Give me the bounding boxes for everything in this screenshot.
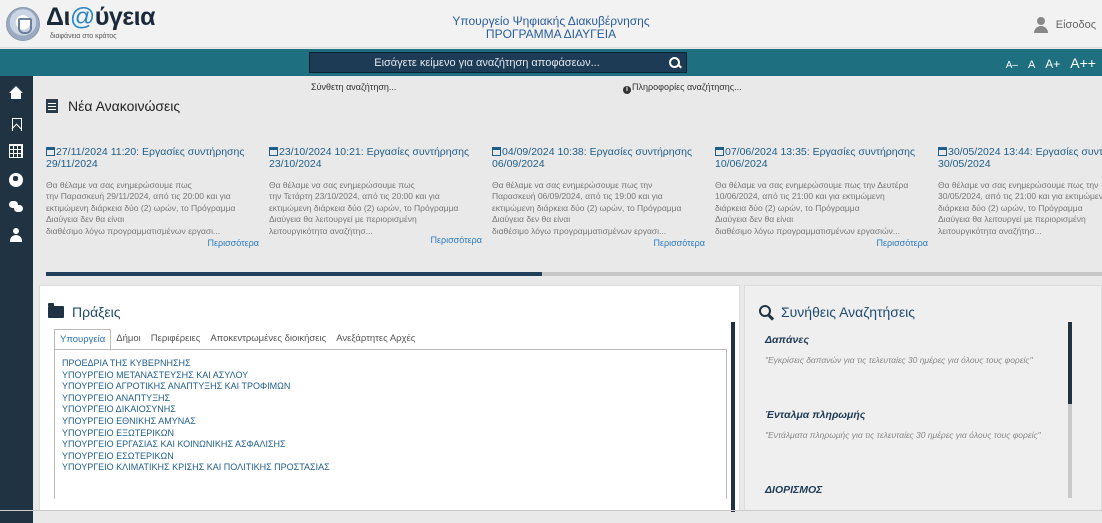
globe-icon[interactable]	[9, 173, 23, 187]
tab-independent-authorities[interactable]: Ανεξάρτητες Αρχές	[331, 329, 420, 351]
login-label: Είσοδος	[1055, 19, 1096, 31]
announcement-title[interactable]: 30/05/2024 13:44: Εργασίες συντήρησης30/…	[938, 146, 1102, 170]
more-link[interactable]: Περισσότερα	[715, 238, 928, 248]
common-search-name: Δαπάνες	[765, 334, 809, 346]
user-icon	[1033, 17, 1048, 33]
announcement-card: 07/06/2024 13:35: Εργασίες συντήρησης 10/…	[715, 146, 928, 248]
list-item[interactable]: ΥΠΟΥΡΓΕΙΟ ΔΙΚΑΙΟΣΥΝΗΣ	[62, 404, 719, 416]
announcement-title[interactable]: 07/06/2024 13:35: Εργασίες συντήρησης 10/…	[715, 146, 928, 170]
scrollbar-thumb[interactable]	[1068, 322, 1072, 404]
advanced-search-link[interactable]: Σύνθετη αναζήτηση...	[311, 82, 396, 92]
acts-tabs: Υπουργεία Δήμοι Περιφέρειες Αποκεντρωμέν…	[54, 329, 420, 351]
common-searches-scrollbar[interactable]	[1068, 322, 1072, 498]
tab-decentralized-administrations[interactable]: Αποκεντρωμένες διοικήσεις	[205, 329, 331, 351]
tab-municipalities[interactable]: Δήμοι	[111, 329, 146, 351]
more-link[interactable]: Περισσότερα	[46, 238, 259, 248]
common-searches-panel: Συνήθεις Αναζητήσεις Δαπάνες "Εγκρίσεις …	[744, 285, 1102, 511]
list-item[interactable]: ΥΠΟΥΡΓΕΙΟ ΕΘΝΙΚΗΣ ΑΜΥΝΑΣ	[62, 416, 719, 428]
list-item[interactable]: ΥΠΟΥΡΓΕΙΟ ΑΝΑΠΤΥΞΗΣ	[62, 393, 719, 405]
program-title: ΠΡΟΓΡΑΜΜΑ ΔΙΑΥΓΕΙΑ	[485, 27, 617, 41]
carousel-progress-fill	[46, 272, 543, 276]
announcement-body: Θα θέλαμε να σας ενημερώσουμε πως την Πα…	[46, 180, 236, 236]
list-item[interactable]: ΥΠΟΥΡΓΕΙΟ ΕΡΓΑΣΙΑΣ ΚΑΙ ΚΟΙΝΩΝΙΚΗΣ ΑΣΦΑΛΙ…	[62, 439, 719, 451]
acts-title: Πράξεις	[72, 304, 121, 320]
search-input[interactable]	[310, 56, 664, 69]
footer-divider	[0, 510, 1102, 511]
list-item[interactable]: ΠΡΟΕΔΡΙΑ ΤΗΣ ΚΥΒΕΡΝΗΣΗΣ	[62, 358, 719, 370]
login-link[interactable]: Είσοδος	[1033, 17, 1096, 33]
common-search-name: Ένταλμα πληρωμής	[765, 409, 866, 421]
search-info-link[interactable]: i Πληροφορίες αναζήτησης...	[623, 82, 742, 94]
common-searches-title: Συνήθεις Αναζητήσεις	[781, 304, 916, 320]
acts-panel: Πράξεις Υπουργεία Δήμοι Περιφέρειες Αποκ…	[39, 285, 740, 512]
announcement-body: Θα θέλαμε να σας ενημερώσουμε πως την Δε…	[715, 180, 909, 236]
search-icon	[759, 305, 773, 319]
common-search-name: ΔΙΟΡΙΣΜΟΣ	[765, 484, 823, 496]
announcement-body: Θα θέλαμε να σας ενημερώσουμε πως την Τε…	[269, 180, 482, 245]
font-normal-button[interactable]: A	[1028, 59, 1035, 71]
list-item[interactable]: ΥΠΟΥΡΓΕΙΟ ΕΞΩΤΕΡΙΚΩΝ	[62, 428, 719, 440]
list-item[interactable]: ΥΠΟΥΡΓΕΙΟ ΕΣΩΤΕΡΙΚΩΝ	[62, 451, 719, 463]
common-search-item[interactable]: ΔΙΟΡΙΣΜΟΣ	[765, 484, 1065, 496]
ministries-list: ΠΡΟΕΔΡΙΑ ΤΗΣ ΚΥΒΕΡΝΗΣΗΣ ΥΠΟΥΡΓΕΙΟ ΜΕΤΑΝΑ…	[54, 349, 727, 499]
announcement-card: 04/09/2024 10:38: Εργασίες συντήρησης 06/…	[492, 146, 705, 248]
search-icon[interactable]	[664, 53, 686, 72]
common-search-item[interactable]: Δαπάνες "Εγκρίσεις δαπανών για τις τελευ…	[765, 334, 1065, 366]
announcement-card: 23/10/2024 10:21: Εργασίες συντήρησης 23/…	[269, 146, 482, 245]
main-content: Σύνθετη αναζήτηση... i Πληροφορίες αναζήτ…	[33, 76, 1102, 523]
calendar-icon	[938, 147, 947, 156]
common-searches-header: Συνήθεις Αναζητήσεις	[759, 304, 915, 320]
announcements-carousel: 27/11/2024 11:20: Εργασίες συντήρησης 29/…	[46, 146, 1102, 266]
announcement-body: Θα θέλαμε να σας ενημερώσουμε πως την 30…	[938, 180, 1102, 236]
folder-open-icon	[48, 303, 64, 318]
search-bar: A– A A+ A++	[0, 49, 1102, 76]
announcements-title: Νέα Ανακοινώσεις	[68, 98, 181, 114]
font-increase-more-button[interactable]: A++	[1070, 55, 1096, 71]
announcements-header: Νέα Ανακοινώσεις	[46, 98, 180, 114]
font-increase-button[interactable]: A+	[1045, 57, 1060, 71]
home-icon[interactable]	[9, 86, 23, 100]
search-info-label: Πληροφορίες αναζήτησης...	[632, 82, 742, 92]
announcement-title[interactable]: 27/11/2024 11:20: Εργασίες συντήρησης 29/…	[46, 146, 259, 170]
calendar-icon	[715, 147, 724, 156]
tab-ministries[interactable]: Υπουργεία	[54, 329, 112, 351]
calendar-icon	[269, 147, 278, 156]
common-search-item[interactable]: Ένταλμα πληρωμής "Εντάλματα πληρωμής για…	[765, 409, 1065, 441]
info-icon: i	[623, 86, 631, 94]
search-box	[309, 52, 687, 73]
acts-scrollbar[interactable]	[731, 322, 735, 512]
more-link[interactable]: Περισσότερα	[492, 238, 705, 248]
calendar-icon	[46, 147, 55, 156]
site-header: Δι@ύγεια διαφάνεια στο κράτος Υπουργείο …	[0, 0, 1102, 48]
announcement-card: 27/11/2024 11:20: Εργασίες συντήρησης 29/…	[46, 146, 259, 248]
more-link[interactable]: Περισσότερα	[430, 235, 482, 246]
common-search-desc: "Εγκρίσεις δαπανών για τις τελευταίες 30…	[765, 355, 1033, 365]
side-navigation	[0, 76, 33, 523]
calendar-icon	[492, 147, 501, 156]
list-item[interactable]: ΥΠΟΥΡΓΕΙΟ ΑΓΡΟΤΙΚΗΣ ΑΝΑΠΤΥΞΗΣ ΚΑΙ ΤΡΟΦΙΜ…	[62, 381, 719, 393]
carousel-progress	[46, 272, 1102, 276]
table-icon[interactable]	[9, 144, 23, 158]
announcement-body: Θα θέλαμε να σας ενημερώσουμε πως την Πα…	[492, 180, 682, 236]
acts-header: Πράξεις	[48, 303, 121, 320]
bookmark-icon[interactable]	[9, 117, 23, 131]
announcement-title[interactable]: 04/09/2024 10:38: Εργασίες συντήρησης 06/…	[492, 146, 705, 170]
user-icon[interactable]	[9, 228, 23, 242]
tab-regions[interactable]: Περιφέρειες	[146, 329, 206, 351]
chat-icon[interactable]	[9, 200, 23, 214]
font-decrease-button[interactable]: A–	[1006, 60, 1018, 71]
common-search-desc: "Εντάλματα πληρωμής για τις τελευταίες 3…	[765, 430, 1041, 440]
list-item[interactable]: ΥΠΟΥΡΓΕΙΟ ΜΕΤΑΝΑΣΤΕΥΣΗΣ ΚΑΙ ΑΣΥΛΟΥ	[62, 370, 719, 382]
announcement-title[interactable]: 23/10/2024 10:21: Εργασίες συντήρησης 23/…	[269, 146, 482, 170]
announcement-card: 30/05/2024 13:44: Εργασίες συντήρησης30/…	[938, 146, 1102, 237]
font-size-controls: A– A A+ A++	[1006, 55, 1096, 71]
newspaper-icon	[46, 99, 58, 113]
list-item[interactable]: ΥΠΟΥΡΓΕΙΟ ΚΛΙΜΑΤΙΚΗΣ ΚΡΙΣΗΣ ΚΑΙ ΠΟΛΙΤΙΚΗ…	[62, 462, 719, 474]
